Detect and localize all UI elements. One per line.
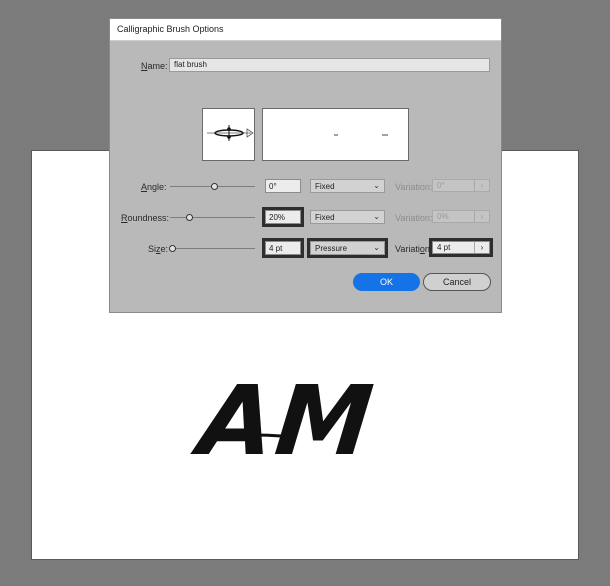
- angle-variation-label: Variation:: [395, 182, 433, 192]
- chevron-right-icon[interactable]: ›: [474, 242, 489, 253]
- roundness-input[interactable]: 20%: [262, 207, 304, 227]
- dialog-title: Calligraphic Brush Options: [117, 24, 224, 34]
- angle-slider-knob[interactable]: [211, 183, 218, 190]
- stroke-preview-marks: [334, 134, 388, 136]
- dialog-titlebar: Calligraphic Brush Options: [110, 19, 501, 41]
- angle-label: Angle:: [141, 182, 167, 192]
- size-input[interactable]: 4 pt: [262, 238, 304, 258]
- size-slider-knob[interactable]: [168, 245, 176, 252]
- angle-mode-select[interactable]: Fixed ⌄: [310, 179, 385, 193]
- roundness-slider-knob[interactable]: [185, 214, 193, 221]
- size-slider-track[interactable]: [170, 248, 255, 249]
- chevron-right-icon: ›: [474, 180, 489, 191]
- angle-input[interactable]: 0°: [265, 179, 301, 193]
- brush-angle-preview[interactable]: [202, 108, 255, 161]
- name-input[interactable]: flat brush: [169, 58, 490, 72]
- artboard-lettering: AM: [194, 365, 380, 477]
- ok-button[interactable]: OK: [353, 273, 420, 291]
- chevron-down-icon: ⌄: [373, 181, 380, 190]
- name-label: Name:: [141, 61, 168, 71]
- roundness-variation-label: Variation:: [395, 213, 433, 223]
- angle-variation-input: 0° ›: [432, 179, 490, 192]
- brush-shape-icon: [207, 125, 254, 141]
- chevron-down-icon: ⌄: [373, 243, 380, 252]
- chevron-down-icon: ⌄: [373, 212, 380, 221]
- roundness-mode-select[interactable]: Fixed ⌄: [310, 210, 385, 224]
- roundness-variation-input: 0% ›: [432, 210, 490, 223]
- size-mode-select[interactable]: Pressure ⌄: [307, 238, 388, 258]
- size-label: Size:: [148, 244, 169, 254]
- cancel-button[interactable]: Cancel: [423, 273, 491, 291]
- size-variation-input[interactable]: 4 pt ›: [429, 238, 493, 257]
- brush-stroke-preview: [262, 108, 409, 161]
- roundness-label: Roundness:: [121, 213, 170, 223]
- chevron-right-icon: ›: [474, 211, 489, 222]
- calligraphic-brush-options-dialog: Calligraphic Brush Options Name: flat br…: [109, 18, 502, 313]
- size-variation-label: Variation:: [395, 244, 433, 254]
- roundness-slider-track[interactable]: [170, 217, 255, 218]
